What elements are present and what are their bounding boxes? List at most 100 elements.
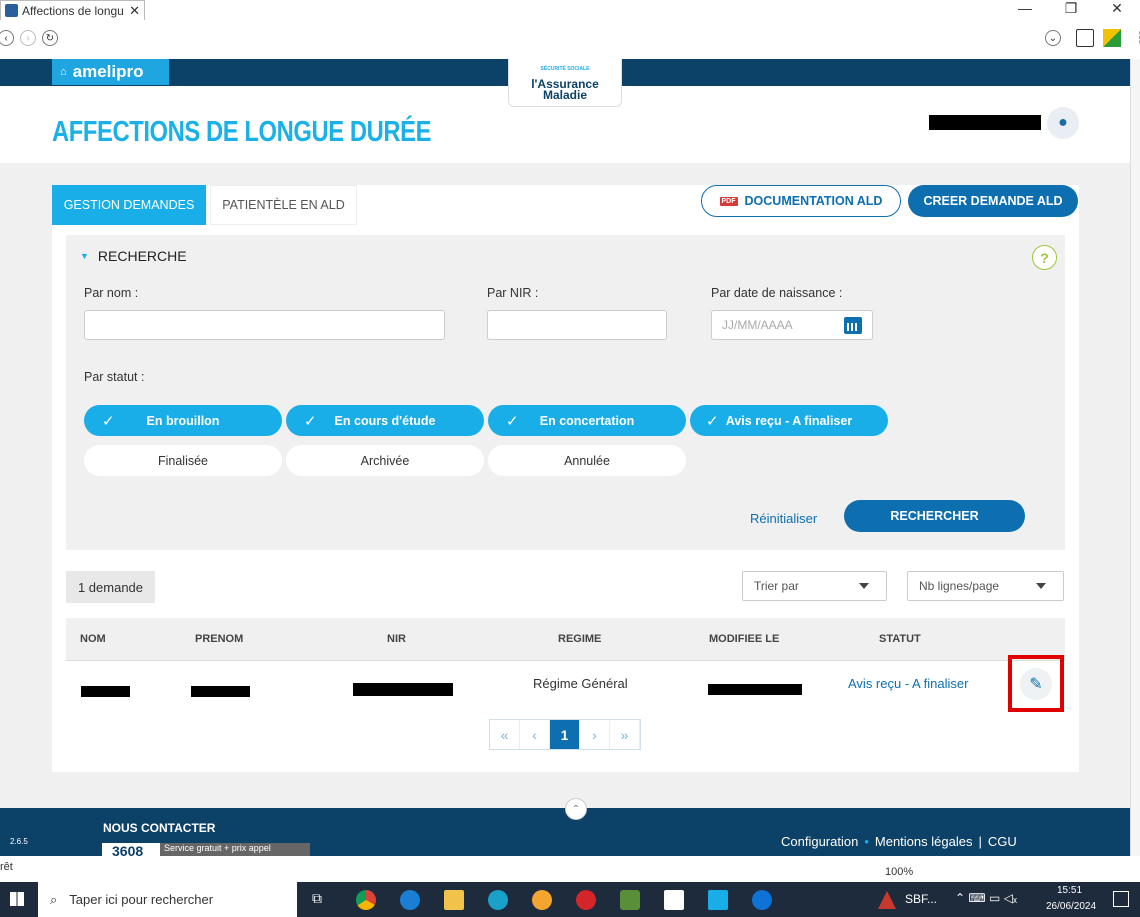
file-explorer-icon[interactable] [444, 890, 464, 910]
status-chip-label: Annulée [564, 453, 610, 468]
sbf-app-icon[interactable] [878, 891, 896, 909]
column-header-modifiee-le: MODIFIEE LE [709, 633, 780, 645]
tab-gestion-demandes[interactable]: GESTION DEMANDES [52, 185, 206, 225]
documentation-ald-button[interactable]: PDF DOCUMENTATION ALD [701, 185, 901, 217]
status-chip-en-cours[interactable]: ✓ En cours d'étude [286, 405, 484, 436]
edge-icon[interactable] [488, 890, 508, 910]
status-chip-archivee[interactable]: Archivée [286, 445, 484, 476]
table-header: NOM PRENOM NIR REGIME MODIFIEE LE STATUT [66, 618, 1065, 661]
status-chip-avis-recu[interactable]: ✓ Avis reçu - A finaliser [690, 405, 888, 436]
back-icon[interactable]: ‹ [0, 30, 14, 46]
tab-close-icon[interactable]: ✕ [129, 3, 140, 19]
window-controls: — ❐ ✕ [1002, 0, 1140, 20]
modifiee-le-redacted [708, 684, 802, 695]
pagination: « ‹ 1 › » [489, 719, 641, 750]
amelipro-home-link[interactable]: ⌂ amelipro [52, 59, 169, 85]
column-header-regime: REGIME [558, 633, 602, 645]
help-icon[interactable]: ? [1032, 245, 1057, 270]
brand-label: amelipro [72, 62, 144, 81]
browser-tab[interactable]: Affections de longu ✕ [0, 0, 145, 20]
cgu-link[interactable]: CGU [988, 834, 1017, 849]
status-chip-brouillon[interactable]: ✓ En brouillon [84, 405, 282, 436]
opera-icon[interactable] [576, 890, 596, 910]
page-scrollbar[interactable] [1130, 59, 1140, 856]
contact-heading: NOUS CONTACTER [103, 821, 216, 835]
nom-label: Par nom : [84, 286, 139, 300]
creer-demande-ald-button[interactable]: CREER DEMANDE ALD [908, 185, 1078, 217]
regime-cell: Régime Général [533, 676, 628, 691]
task-view-icon[interactable]: ⧉ [312, 890, 332, 910]
check-icon: ✓ [304, 412, 317, 430]
next-page-button[interactable]: › [580, 720, 610, 749]
taskbar-search[interactable]: ⌕ Taper ici pour rechercher [38, 882, 297, 917]
statut-link[interactable]: Avis reçu - A finaliser [848, 676, 968, 691]
vidal-icon[interactable] [664, 890, 684, 910]
prev-page-button[interactable]: ‹ [520, 720, 550, 749]
address-bar: ‹ › ↻ ⌄ ⋮ [0, 24, 1140, 52]
version-label: 2.6.5 [10, 837, 28, 846]
edit-pencil-icon[interactable]: ✎ [1020, 668, 1052, 700]
reset-link[interactable]: Réinitialiser [750, 511, 817, 526]
status-chip-finalisee[interactable]: Finalisée [84, 445, 282, 476]
configuration-link[interactable]: Configuration [781, 834, 858, 849]
chrome-icon[interactable] [356, 890, 376, 910]
phone-number: 3608 [112, 843, 144, 856]
search-toggle[interactable]: ▼ RECHERCHE [80, 248, 187, 264]
status-chip-label: En cours d'étude [334, 413, 436, 428]
dropdown-icon[interactable]: ⌄ [1045, 30, 1061, 46]
extension-icon[interactable] [1103, 29, 1121, 47]
notification-icon[interactable] [1113, 891, 1129, 907]
reload-icon[interactable]: ↻ [42, 30, 58, 46]
clock-time: 15:51 [1057, 885, 1083, 896]
nir-redacted [353, 683, 453, 696]
first-page-button[interactable]: « [490, 720, 520, 749]
rows-per-page-value: Nb lignes/page [919, 579, 1000, 593]
browser-app-icon[interactable] [532, 890, 552, 910]
screen-share-icon[interactable] [1076, 29, 1094, 47]
logo-line2: Maladie [542, 88, 587, 102]
app-icon[interactable] [620, 890, 640, 910]
browser-status-bar: rêt 100% [0, 856, 1140, 882]
last-page-button[interactable]: » [610, 720, 640, 749]
user-avatar-icon[interactable]: ● [1047, 107, 1079, 139]
rows-per-page-select[interactable]: Nb lignes/page [907, 571, 1064, 601]
teamviewer-icon[interactable] [752, 890, 772, 910]
result-count: 1 demande [66, 571, 155, 603]
minimize-button[interactable]: — [1002, 0, 1048, 20]
sort-select[interactable]: Trier par [742, 571, 887, 601]
nom-input[interactable] [84, 310, 445, 340]
restore-button[interactable]: ❐ [1048, 0, 1094, 20]
amelipro-app-icon[interactable] [708, 890, 728, 910]
forward-icon[interactable]: › [20, 30, 36, 46]
assurance-maladie-logo: SÉCURITÉ SOCIALE l'Assurance Maladie [508, 59, 622, 107]
separator: | [978, 834, 982, 849]
table-row: Régime Général Avis reçu - A finaliser ✎ [66, 655, 1065, 712]
search-title: RECHERCHE [97, 248, 187, 264]
tray-icons[interactable]: ⌃ ⌨ ▭ ◁ₓ [955, 891, 1017, 905]
current-page-button[interactable]: 1 [550, 720, 580, 749]
menu-icon[interactable]: ⋮ [1133, 28, 1140, 48]
user-name-redacted [929, 115, 1041, 130]
footer-links: Configuration • Mentions légales | CGU [781, 834, 1017, 849]
close-window-button[interactable]: ✕ [1094, 0, 1140, 20]
sort-select-value: Trier par [754, 579, 799, 593]
phone-banner[interactable]: 3608 Service gratuit + prix appel [102, 843, 310, 856]
status-chip-annulee[interactable]: Annulée [488, 445, 686, 476]
web-page: ⌂ amelipro AFFECTIONS DE LONGUE DURÉE ● … [0, 59, 1130, 856]
clock-date: 26/06/2024 [1046, 901, 1097, 912]
mentions-legales-link[interactable]: Mentions légales [875, 834, 973, 849]
tab-patientele-ald[interactable]: PATIENTÈLE EN ALD [210, 185, 357, 225]
footer: 2.6.5 NOUS CONTACTER 3608 Service gratui… [0, 808, 1130, 856]
scroll-to-top-button[interactable]: ⌃ [565, 798, 587, 820]
column-header-nir: NIR [387, 633, 406, 645]
rechercher-button[interactable]: RECHERCHER [844, 500, 1025, 532]
ie-icon[interactable] [400, 890, 420, 910]
windows-start-icon[interactable] [10, 892, 24, 906]
dob-label: Par date de naissance : [711, 286, 843, 300]
status-chip-concertation[interactable]: ✓ En concertation [488, 405, 686, 436]
dob-input[interactable]: JJ/MM/AAAA [711, 310, 873, 340]
main-card: GESTION DEMANDES PATIENTÈLE EN ALD PDF D… [52, 185, 1079, 772]
calendar-icon[interactable] [844, 317, 862, 334]
nir-input[interactable] [487, 310, 667, 340]
caret-down-icon [859, 583, 869, 589]
